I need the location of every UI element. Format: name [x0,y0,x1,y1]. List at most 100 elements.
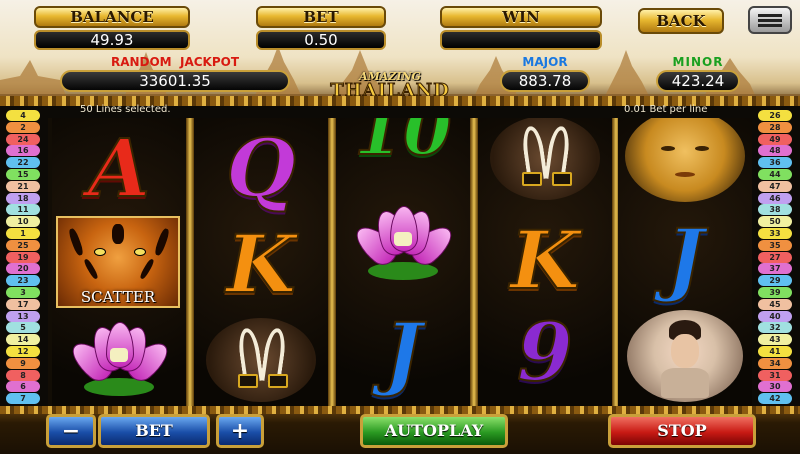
payline-number: 2 [6,121,40,133]
payline-number: 43 [758,334,792,346]
symbol-thai-woman [618,308,752,404]
reel-4: K 9 [478,118,612,408]
thai-woman-portrait-icon [627,310,743,402]
payline-number: 47 [758,180,792,192]
back-button[interactable]: BACK [638,8,724,34]
bet-value: 0.50 [256,30,386,50]
symbol-9: 9 [478,304,612,400]
hamburger-menu-icon [758,14,782,17]
payline-number: 32 [758,322,792,334]
payline-number: 21 [6,180,40,192]
paylines-right: 26 28 49 48 36 44 47 46 38 50 33 35 27 37 29 39 45 40 32 43… [754,110,798,410]
symbol-tusks [478,118,612,206]
reel-2: Q K [194,118,328,408]
balance-label: BALANCE [34,6,190,28]
payline-number: 29 [758,275,792,287]
symbol-buddha [618,118,752,204]
lotus-icon [64,318,175,398]
major-jackpot-label: MAJOR [522,55,568,69]
symbol-letter: Q [225,121,297,215]
payline-number: 45 [758,298,792,310]
payline-number: 15 [6,169,40,180]
payline-number: 23 [6,275,40,287]
symbol-letter: A [87,121,151,215]
payline-number: 7 [6,393,40,405]
reel-5: J [618,118,752,408]
symbol-letter: 9 [516,305,574,399]
payline-number: 25 [6,239,40,251]
payline-number: 10 [6,216,40,228]
symbol-j: J [618,210,752,306]
payline-number: 31 [758,369,792,381]
symbol-letter: 10 [353,118,452,171]
minor-jackpot-value: 423.24 [656,70,740,92]
elephant-tusks-icon [490,118,600,200]
payline-number: 30 [758,381,792,393]
payline-number: 12 [6,346,40,357]
payline-number: 40 [758,310,792,322]
symbol-k: K [478,212,612,308]
symbol-q: Q [194,120,328,216]
balance-value: 49.93 [34,30,190,50]
stop-button[interactable]: STOP [608,414,756,448]
payline-number: 37 [758,263,792,275]
symbol-letter: J [665,211,705,305]
hamburger-menu-icon-bar [758,19,782,22]
payline-number: 33 [758,228,792,239]
payline-number: 17 [6,298,40,310]
lotus-icon [348,202,459,282]
increase-bet-button[interactable]: + [216,414,264,448]
scatter-label: SCATTER [80,288,156,306]
symbol-10: 10 [336,118,470,178]
payline-number: 49 [758,133,792,145]
payline-number: 19 [6,251,40,263]
reel-1: A SCATTER [52,118,186,408]
payline-number: 38 [758,204,792,216]
payline-number: 5 [6,322,40,334]
decrease-bet-button[interactable]: − [46,414,96,448]
reel-separator [328,118,336,408]
payline-number: 44 [758,169,792,180]
reel-separator [470,118,478,408]
payline-number: 22 [6,157,40,169]
hamburger-menu-icon-bar [758,24,782,27]
payline-number: 14 [6,334,40,346]
payline-number: 16 [6,145,40,157]
menu-button[interactable] [748,6,792,34]
symbol-tusks [194,312,328,408]
symbol-letter: J [383,305,423,399]
bet-label: BET [256,6,386,28]
payline-number: 20 [6,263,40,275]
paylines-left: 4 2 24 16 22 15 21 18 11 10 1 25 19 20 23 3 17 13 5 14 12 9 8 6… [2,110,46,410]
payline-number: 28 [758,121,792,133]
symbol-letter: K [225,217,297,311]
random-jackpot-label: RANDOM JACKPOT [110,55,240,69]
payline-number: 6 [6,381,40,393]
payline-number: 35 [758,239,792,251]
win-label: WIN [440,6,602,28]
payline-number: 48 [758,145,792,157]
payline-number: 50 [758,216,792,228]
symbol-lotus [336,194,470,290]
payline-number: 13 [6,310,40,322]
payline-number: 11 [6,204,40,216]
bet-per-line-text: 0.01 Bet per line [624,104,708,115]
payline-number: 27 [758,251,792,263]
reel-3: 10 J [336,118,470,408]
autoplay-button[interactable]: AUTOPLAY [360,414,508,448]
lines-selected-text: 50 Lines selected. [80,104,171,115]
minor-jackpot-label: MINOR [672,55,724,69]
payline-number: 36 [758,157,792,169]
elephant-tusks-icon [206,318,316,402]
reel-separator [186,118,194,408]
tiger-scatter-symbol: SCATTER [56,216,180,308]
payline-number: 46 [758,192,792,204]
symbol-lotus [52,310,186,406]
symbol-letter: K [509,213,581,307]
payline-number: 42 [758,393,792,405]
bet-button[interactable]: BET [98,414,210,448]
random-jackpot-value: 33601.35 [60,70,290,92]
payline-number: 39 [758,287,792,298]
payline-number: 8 [6,369,40,381]
payline-number: 24 [6,133,40,145]
